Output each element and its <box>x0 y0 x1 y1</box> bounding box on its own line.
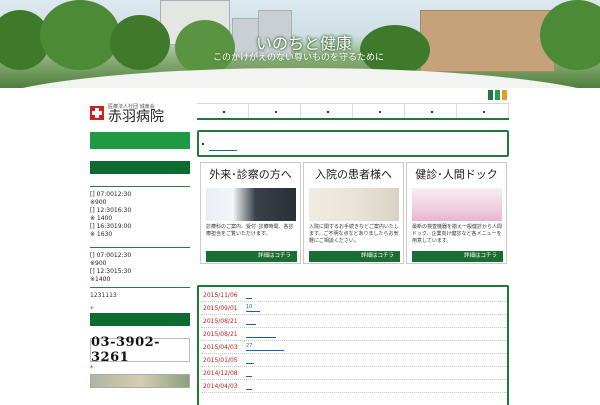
left-sidebar: 医療法人社団 城東会 赤羽病院 [] 07:0012:30 ※900 [] 12… <box>90 100 190 388</box>
card-inpatient: 入院の患者様へ 入院に関するお手続きなどご案内いたします。ご不明な点などありまし… <box>303 162 404 264</box>
news-date: 2015/08/21 <box>203 331 238 338</box>
news-link[interactable] <box>246 337 276 338</box>
tree-image <box>110 15 170 70</box>
sidebar-dark-button[interactable] <box>90 161 190 174</box>
details-button[interactable]: 詳細はコチラ <box>206 251 297 262</box>
asterisk-mark: * <box>90 364 94 372</box>
hero-subtitle: このかけがえのない尊いものを守るために <box>213 53 385 63</box>
news-date: 2015/11/06 <box>203 292 238 299</box>
notice-link[interactable] <box>209 150 237 151</box>
news-date: 2014/04/03 <box>203 383 238 390</box>
card-text: 最新の検査機器を揃え一般健診から人間ドック、企業向け健診など各メニューを用意して… <box>412 224 503 244</box>
divider <box>90 287 190 288</box>
news-link[interactable] <box>246 298 252 299</box>
header-banner: いのちと健康 このかけがえのない尊いものを守るために <box>0 0 600 88</box>
telephone-number[interactable]: 03-3902-3261 <box>91 335 189 365</box>
hours-line: [] 12:3016:30 <box>90 207 132 214</box>
news-link[interactable] <box>246 376 252 377</box>
news-date: 2015/09/01 <box>203 305 238 312</box>
bullet-icon <box>202 143 204 145</box>
hours-line: ※ 1400 <box>90 215 113 222</box>
news-link[interactable] <box>246 363 254 364</box>
nav-item[interactable] <box>405 104 457 118</box>
hospital-name: 赤羽病院 <box>108 108 164 125</box>
font-size-medium-button[interactable] <box>495 90 500 100</box>
global-nav <box>197 103 509 120</box>
tree-image <box>175 20 235 75</box>
font-size-large-button[interactable] <box>502 90 507 100</box>
hours-line: ※ 1630 <box>90 231 113 238</box>
news-row: 2015/11/06 <box>201 289 507 302</box>
hours-block-1: [] 07:0012:30 ※900 [] 12:3016:30 ※ 1400 … <box>90 186 190 239</box>
hours-line: [] 16:3019:00 <box>90 223 132 230</box>
card-title: 健診･人間ドック <box>415 168 498 181</box>
doctor-photo <box>206 188 296 221</box>
font-size-switch <box>488 90 507 100</box>
news-row: 2015/04/03 27 <box>201 341 507 354</box>
card-outpatient: 外来･診察の方へ 診療科のご案内、受付･診療時間、各診療担当をご覧いただけます。… <box>200 162 301 264</box>
hours-line: ※900 <box>90 199 107 206</box>
hours-line: [] 07:0012:30 <box>90 252 132 259</box>
hours-line: ※900 <box>90 260 107 267</box>
news-row: 2014/04/03 <box>201 380 507 393</box>
cross-icon <box>90 106 104 120</box>
news-row: 2015/08/21 <box>201 328 507 341</box>
nav-item[interactable] <box>301 104 353 118</box>
news-date: 2014/12/08 <box>203 370 238 377</box>
news-row: 2015/01/05 <box>201 354 507 367</box>
font-size-small-button[interactable] <box>488 90 493 100</box>
news-row: 2014/12/08 <box>201 367 507 380</box>
news-link[interactable] <box>246 311 260 312</box>
sidebar-green-button[interactable] <box>90 132 190 149</box>
nav-item[interactable] <box>197 104 249 118</box>
hours-line: [] 07:0012:30 <box>90 191 132 198</box>
checkup-photo <box>412 188 502 221</box>
news-list: 2015/11/06 2015/09/01 10 2015/08/21 2015… <box>197 285 509 405</box>
news-row: 2015/08/21 <box>201 315 507 328</box>
card-text: 入院に関するお手続きなどご案内いたします。ご不明な点などありましたらお気軽にご相… <box>309 224 399 244</box>
news-link[interactable] <box>246 324 256 325</box>
details-button[interactable]: 詳細はコチラ <box>309 251 400 262</box>
access-button[interactable] <box>90 313 190 326</box>
hours-block-2: [] 07:0012:30 ※900 [] 12:3015:30 ※1400 <box>90 247 190 284</box>
card-title: 外来･診察の方へ <box>209 168 292 181</box>
hours-line: ※1400 <box>90 276 111 283</box>
card-text: 診療科のご案内、受付･診療時間、各診療担当をご覧いただけます。 <box>206 224 294 237</box>
news-date: 2015/08/21 <box>203 318 238 325</box>
building-image <box>420 10 555 72</box>
details-button[interactable]: 詳細はコチラ <box>412 251 503 262</box>
sidebar-photo[interactable] <box>90 374 190 388</box>
news-row: 2015/09/01 10 <box>201 302 507 315</box>
news-link[interactable] <box>246 389 252 390</box>
asterisk-mark: * <box>90 305 94 313</box>
card-title: 入院の患者様へ <box>315 168 392 181</box>
notice-box <box>197 130 509 157</box>
hours-line: [] 12:3015:30 <box>90 268 132 275</box>
telephone-box: 03-3902-3261 <box>90 335 190 365</box>
nav-item[interactable] <box>353 104 405 118</box>
nav-item[interactable] <box>457 104 509 118</box>
card-checkup: 健診･人間ドック 最新の検査機器を揃え一般健診から人間ドック、企業向け健診など各… <box>406 162 507 264</box>
news-link[interactable] <box>246 350 284 351</box>
news-date: 2015/01/05 <box>203 357 238 364</box>
postal-code: 1231113 <box>90 292 117 299</box>
news-date: 2015/04/03 <box>203 344 238 351</box>
tree-image <box>40 0 120 70</box>
hospital-logo[interactable]: 医療法人社団 城東会 赤羽病院 <box>90 100 190 126</box>
ward-photo <box>309 188 399 221</box>
news-link-text[interactable]: 10 <box>246 304 252 310</box>
nav-item[interactable] <box>249 104 301 118</box>
news-link-text[interactable]: 27 <box>246 343 252 349</box>
